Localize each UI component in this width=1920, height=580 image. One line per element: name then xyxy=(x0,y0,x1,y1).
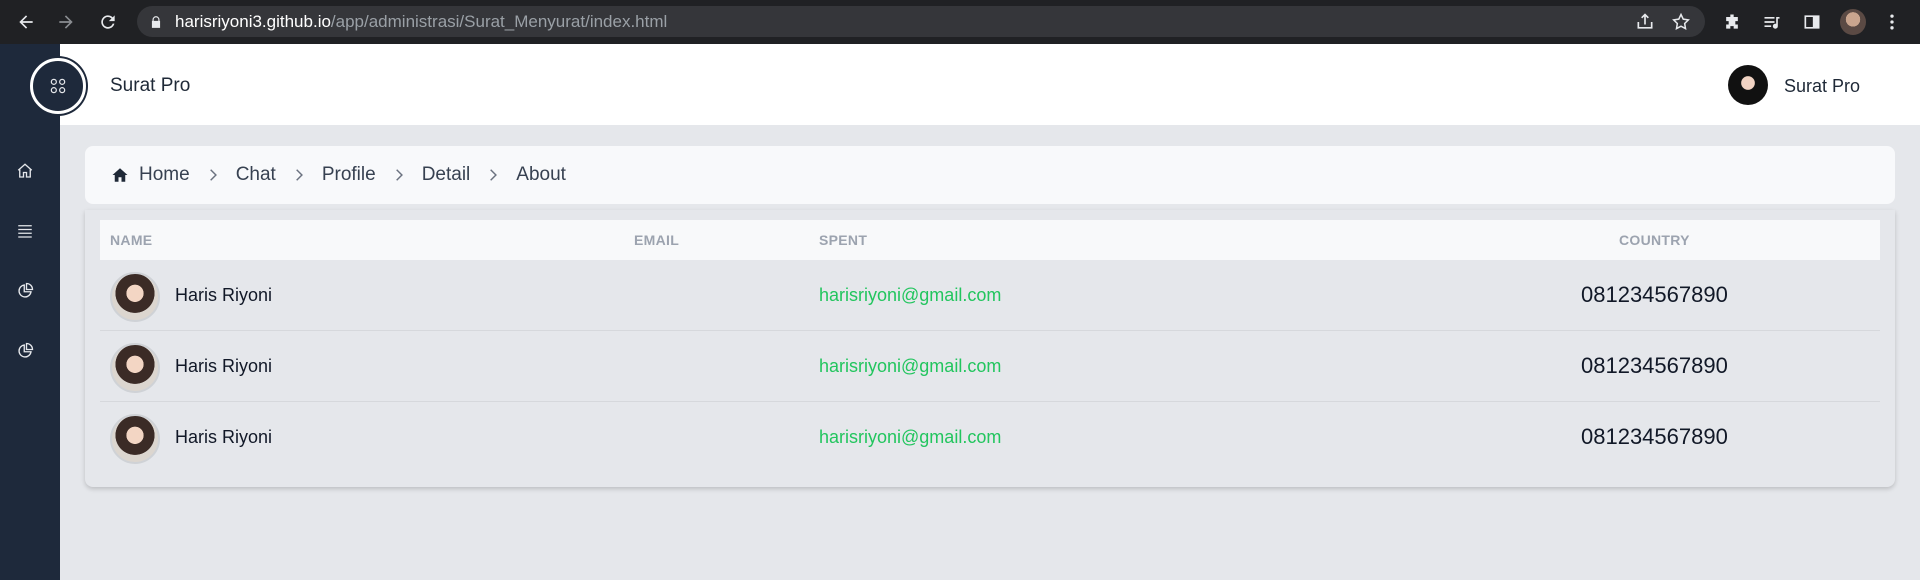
users-table: NAME EMAIL SPENT COUNTRY Haris Riyoni ha… xyxy=(85,210,1895,487)
profile-avatar[interactable] xyxy=(1840,9,1866,35)
menu-icon[interactable] xyxy=(14,220,36,242)
row-email: harisriyoni@gmail.com xyxy=(819,356,1002,376)
table-row[interactable]: Haris Riyoni harisriyoni@gmail.com 08123… xyxy=(100,331,1880,402)
home-icon xyxy=(112,168,128,182)
user-name[interactable]: Surat Pro xyxy=(1784,76,1860,97)
column-header-spent: SPENT xyxy=(819,232,868,248)
breadcrumb-chat[interactable]: Chat xyxy=(236,164,276,186)
side-panel-icon[interactable] xyxy=(1800,10,1824,34)
chevron-right-icon xyxy=(470,168,516,182)
avatar xyxy=(110,414,160,464)
reload-icon[interactable] xyxy=(90,0,126,44)
breadcrumb-about[interactable]: About xyxy=(516,164,566,186)
pie-chart-icon[interactable] xyxy=(14,280,36,302)
table-row[interactable]: Haris Riyoni harisriyoni@gmail.com 08123… xyxy=(100,402,1880,473)
breadcrumb-home[interactable]: Home xyxy=(111,164,190,186)
avatar xyxy=(110,272,160,322)
breadcrumb-profile[interactable]: Profile xyxy=(322,164,376,186)
more-menu-icon[interactable] xyxy=(1880,10,1904,34)
column-header-country: COUNTRY xyxy=(1619,232,1690,248)
row-name: Haris Riyoni xyxy=(175,285,273,305)
url-text: harisriyoni3.github.io/app/administrasi/… xyxy=(175,11,668,31)
row-phone: 081234567890 xyxy=(1581,282,1728,307)
chevron-right-icon xyxy=(276,168,322,182)
avatar xyxy=(110,343,160,393)
column-header-email: EMAIL xyxy=(634,232,680,248)
row-name: Haris Riyoni xyxy=(175,427,273,447)
user-avatar[interactable] xyxy=(1728,65,1768,105)
row-email: harisriyoni@gmail.com xyxy=(819,427,1002,447)
browser-toolbar: harisriyoni3.github.io/app/administrasi/… xyxy=(0,0,1920,44)
top-header xyxy=(60,44,1920,125)
row-phone: 081234567890 xyxy=(1581,353,1728,378)
table-header: NAME EMAIL SPENT COUNTRY xyxy=(100,220,1880,260)
row-name: Haris Riyoni xyxy=(175,356,273,376)
back-icon[interactable] xyxy=(8,0,44,44)
extensions-icon[interactable] xyxy=(1720,10,1744,34)
table-row[interactable]: Haris Riyoni harisriyoni@gmail.com 08123… xyxy=(100,260,1880,331)
sidebar xyxy=(0,44,60,580)
column-header-name: NAME xyxy=(110,232,153,248)
home-icon[interactable] xyxy=(14,160,36,182)
app-logo[interactable] xyxy=(30,58,86,114)
forward-icon[interactable] xyxy=(48,0,84,44)
bookmark-star-icon[interactable] xyxy=(1670,11,1692,33)
pie-chart-icon[interactable] xyxy=(14,340,36,362)
media-control-icon[interactable] xyxy=(1760,10,1784,34)
app-title: Surat Pro xyxy=(110,75,191,96)
breadcrumb-detail[interactable]: Detail xyxy=(422,164,471,186)
row-phone: 081234567890 xyxy=(1581,424,1728,449)
row-email: harisriyoni@gmail.com xyxy=(819,285,1002,305)
chevron-right-icon xyxy=(190,168,236,182)
lock-icon xyxy=(151,15,161,28)
grid-icon xyxy=(50,78,66,94)
chevron-right-icon xyxy=(376,168,422,182)
address-bar[interactable]: harisriyoni3.github.io/app/administrasi/… xyxy=(137,6,1705,37)
share-icon[interactable] xyxy=(1634,11,1656,33)
breadcrumb: Home Chat Profile Detail About xyxy=(85,146,1895,204)
